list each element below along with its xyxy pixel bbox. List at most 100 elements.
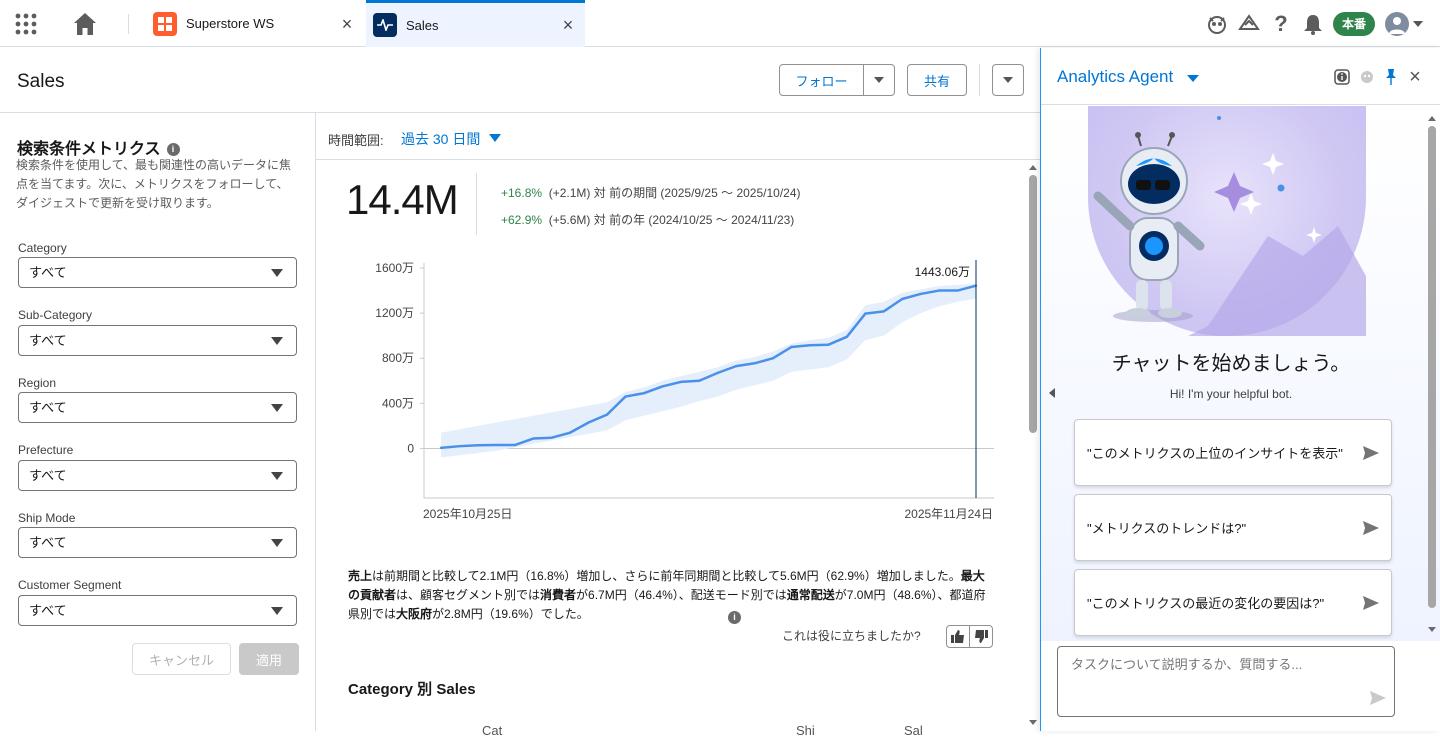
hero-illustration <box>1088 106 1366 336</box>
customer-segment-select[interactable]: すべて <box>18 595 297 626</box>
data-point <box>790 345 793 349</box>
insight-segment: は前期間と比較して2.1M円（16.8%）増加し、さらに前年同期間と比較して5.… <box>372 569 961 583</box>
pulse-icon <box>373 13 397 37</box>
data-point <box>550 436 553 439</box>
agent-title[interactable]: Analytics Agent <box>1057 67 1173 87</box>
data-point <box>919 292 922 296</box>
data-point <box>661 385 664 388</box>
last-value-label: 1443.06万 <box>915 265 970 279</box>
chevron-down-icon <box>271 539 283 547</box>
chevron-down-icon <box>271 337 283 345</box>
cancel-button[interactable]: キャンセル <box>132 643 231 675</box>
forecast-band <box>441 283 976 458</box>
agent-avatar-icon[interactable] <box>1359 69 1375 85</box>
data-point <box>587 421 590 424</box>
info-icon[interactable]: i <box>728 611 741 624</box>
x-tick-label: 2025年10月25日 <box>423 507 512 521</box>
data-point <box>605 413 609 416</box>
feedback-label: これは役に立ちましたか? <box>782 629 921 643</box>
chevron-down-icon <box>1003 77 1013 83</box>
data-point <box>698 379 701 382</box>
metric-main: 時間範囲: 過去 30 日間 14.4M +16.8% (+2.1M) 対 前の… <box>316 113 1040 738</box>
close-icon[interactable]: × <box>561 16 575 34</box>
send-icon[interactable] <box>1363 521 1379 538</box>
data-point <box>624 395 627 398</box>
chevron-down-icon <box>874 77 884 83</box>
more-actions-button[interactable] <box>992 64 1024 96</box>
data-point <box>734 364 738 368</box>
chevron-down-icon[interactable] <box>1187 75 1199 82</box>
page-title: Sales <box>17 71 65 92</box>
scrollbar[interactable] <box>1028 163 1038 728</box>
follow-menu-button[interactable] <box>863 64 895 96</box>
divider <box>476 173 477 235</box>
agent-message-input[interactable]: タスクについて説明するか、質問する... <box>1057 646 1395 717</box>
info-icon[interactable] <box>1334 69 1350 85</box>
thumbs-down-icon[interactable] <box>970 626 992 647</box>
bell-icon[interactable] <box>1301 12 1325 36</box>
send-icon[interactable] <box>1363 446 1379 463</box>
chevron-down-icon <box>271 472 283 480</box>
sub-category-select[interactable]: すべて <box>18 325 297 356</box>
insight-highlight: 消費者 <box>540 588 577 602</box>
page-header: Sales フォロー 共有 <box>0 48 1040 113</box>
data-point <box>864 312 867 315</box>
data-point <box>513 443 516 447</box>
prefecture-select[interactable]: すべて <box>18 460 297 491</box>
scrollbar[interactable] <box>1426 114 1438 634</box>
insight-highlight: 大阪府 <box>396 607 433 621</box>
delta-year: +62.9% (+5.6M) 対 前の年 (2024/10/25 〜 2024/… <box>501 211 794 228</box>
pin-icon[interactable] <box>1383 69 1399 85</box>
customer-segment-label: Customer Segment <box>18 578 122 592</box>
global-header: Superstore WS × Sales × ? 本番 <box>0 0 1440 47</box>
help-icon[interactable]: ? <box>1269 11 1293 36</box>
close-icon[interactable]: × <box>340 15 354 33</box>
suggestion-button[interactable]: "このメトリクスの上位のインサイトを表示" <box>1074 419 1392 486</box>
scrollbar-thumb[interactable] <box>1428 126 1436 608</box>
tab-superstore-ws[interactable]: Superstore WS × <box>140 0 364 47</box>
close-icon[interactable]: × <box>1407 66 1423 88</box>
category-select[interactable]: すべて <box>18 257 297 288</box>
data-point <box>458 444 461 448</box>
dashboard-icon <box>153 11 177 36</box>
prefecture-label: Prefecture <box>18 443 74 457</box>
suggestion-button[interactable]: "メトリクスのトレンドは?" <box>1074 494 1392 561</box>
info-icon[interactable]: i <box>166 143 180 157</box>
suggestion-button[interactable]: "このメトリクスの最近の変化の要因は?" <box>1074 569 1392 636</box>
time-range-picker[interactable]: 過去 30 日間 <box>401 129 480 149</box>
tab-sales[interactable]: Sales × <box>366 0 585 47</box>
astro-icon[interactable] <box>1205 12 1229 36</box>
share-button[interactable]: 共有 <box>907 64 967 96</box>
select-value: すべて <box>29 535 67 550</box>
insight-segment: が2.8M円（19.6%）でした。 <box>432 607 589 621</box>
y-tick-label: 0 <box>407 441 414 455</box>
trailhead-icon[interactable] <box>1237 12 1261 36</box>
follow-button[interactable]: フォロー <box>779 64 864 96</box>
data-point <box>827 343 830 346</box>
region-select[interactable]: すべて <box>18 392 297 423</box>
suggestion-text: "このメトリクスの上位のインサイトを表示" <box>1087 446 1343 461</box>
scrollbar-thumb[interactable] <box>1029 175 1037 433</box>
feedback-buttons <box>946 625 993 648</box>
chevron-down-icon <box>271 404 283 412</box>
send-icon[interactable] <box>1370 691 1386 708</box>
category-label: Category <box>18 241 67 255</box>
header-divider <box>128 14 129 34</box>
trend-chart[interactable]: 0 400万 800万 1200万 1600万 1443.06万 2025年10月25日 20… <box>346 253 1006 523</box>
thumbs-up-icon[interactable] <box>947 626 970 647</box>
avatar[interactable] <box>1385 11 1409 36</box>
apply-button[interactable]: 適用 <box>239 643 299 675</box>
chevron-down-icon[interactable] <box>1413 20 1423 27</box>
chevron-down-icon[interactable] <box>489 134 501 142</box>
metric-value: 14.4M <box>346 176 459 223</box>
ship-mode-label: Ship Mode <box>18 511 76 525</box>
select-value: すべて <box>29 333 67 348</box>
send-icon[interactable] <box>1363 596 1379 613</box>
home-icon[interactable] <box>72 11 98 37</box>
app-launcher-icon[interactable] <box>14 12 38 36</box>
ship-mode-select[interactable]: すべて <box>18 527 297 558</box>
chevron-down-icon <box>271 269 283 277</box>
analytics-agent-panel: Analytics Agent × チャットを始めましょう。 Hi! I'm y… <box>1040 48 1440 731</box>
y-tick-label: 1600万 <box>375 261 414 275</box>
tab-label: Superstore WS <box>186 16 275 31</box>
